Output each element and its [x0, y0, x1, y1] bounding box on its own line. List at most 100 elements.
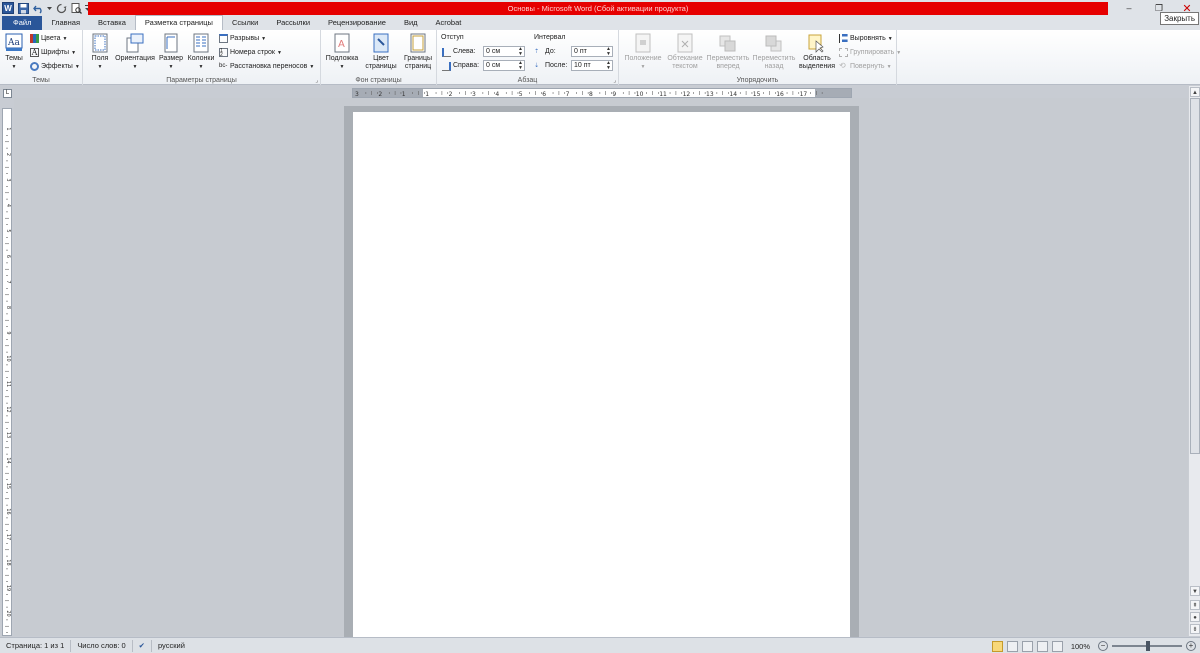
vruler-number: 9 [5, 331, 11, 334]
tab-file[interactable]: Файл [2, 16, 43, 30]
vruler-number: 8 [5, 306, 11, 309]
horizontal-ruler[interactable]: 3 2 1 1 2 3 4 5 6 7 8 9 10 11 12 13 14 15 16 17 [352, 88, 852, 98]
word-logo-icon[interactable]: W [2, 2, 14, 14]
colors-button[interactable]: Цвета ▼ [30, 34, 67, 43]
undo-icon[interactable] [32, 2, 44, 14]
zoom-slider[interactable] [1112, 641, 1182, 651]
word-window: W Основы - Microsoft Word (Сбой активаци… [0, 0, 1200, 653]
outline-view-icon[interactable] [1036, 640, 1048, 652]
selection-pane-icon [808, 33, 826, 53]
columns-icon [192, 33, 210, 53]
page-color-button[interactable]: Цвет страницы [363, 33, 399, 71]
dropdown-arrow-icon[interactable] [47, 2, 52, 14]
tab-selector[interactable]: L [3, 89, 12, 98]
zoom-in-button[interactable]: + [1186, 641, 1196, 651]
status-language[interactable]: русский [152, 640, 191, 652]
vruler-number: 2 [5, 153, 11, 156]
status-word-count[interactable]: Число слов: 0 [71, 639, 133, 652]
dialog-launcher-icon[interactable]: ⌟ [613, 77, 616, 84]
chevron-down-icon: ▼ [886, 63, 892, 70]
hyphenation-button[interactable]: bc- Расстановка переносов ▼ [219, 62, 314, 71]
align-icon [839, 34, 848, 43]
indent-right-value: 0 см [486, 62, 501, 69]
themes-label: Темы [5, 55, 23, 62]
send-backward-button[interactable]: Переместить назад [751, 33, 797, 71]
line-numbers-button[interactable]: 12 Номера строк ▼ [219, 48, 282, 58]
tab-page-layout[interactable]: Разметка страницы [134, 15, 223, 30]
chevron-down-icon: ▼ [309, 63, 315, 70]
dialog-launcher-icon[interactable]: ⌟ [315, 77, 318, 84]
chevron-down-icon: ▼ [276, 49, 282, 56]
bring-forward-button[interactable]: Переместить вперед [705, 33, 751, 71]
vruler-number: 5 [5, 229, 11, 232]
minimize-button[interactable]: – [1114, 0, 1144, 16]
tab-review[interactable]: Рецензирование [319, 16, 395, 30]
group-arrange: Положение ▼ Обтекание текстом Переместит… [619, 30, 901, 85]
spinner-arrows-icon[interactable]: ▲ ▼ [606, 47, 611, 57]
vruler-number: 6 [5, 255, 11, 258]
position-button[interactable]: Положение ▼ [621, 33, 665, 71]
breaks-button[interactable]: Разрывы ▼ [219, 34, 266, 43]
spacing-after-spinner[interactable]: 10 пт ▲ ▼ [571, 60, 613, 71]
web-layout-icon[interactable] [1021, 640, 1033, 652]
themes-icon: Aa [5, 33, 23, 53]
ruler-number: 1 [425, 91, 429, 97]
zoom-out-button[interactable]: − [1098, 641, 1108, 651]
scroll-thumb[interactable] [1190, 98, 1200, 454]
selection-pane-button[interactable]: Область выделения [797, 33, 837, 71]
spacing-before-spinner[interactable]: 0 пт ▲ ▼ [571, 46, 613, 57]
save-icon[interactable] [17, 2, 29, 14]
tab-references[interactable]: Ссылки [223, 16, 267, 30]
group-button[interactable]: Группировать ▼ [839, 48, 901, 57]
spinner-arrows-icon[interactable]: ▲ ▼ [606, 61, 611, 71]
vertical-scrollbar[interactable]: ▲ ▼ ⇞ ● ⇟ [1188, 86, 1200, 636]
watermark-button[interactable]: A Подложка ▼ [323, 33, 361, 71]
scroll-down-button[interactable]: ▼ [1190, 586, 1200, 596]
page-borders-label: Границы страниц [404, 55, 432, 70]
draft-view-icon[interactable] [1051, 640, 1063, 652]
ruler-number: 2 [378, 91, 382, 97]
indent-right-spinner[interactable]: 0 см ▲ ▼ [483, 60, 525, 71]
browse-object-button[interactable]: ● [1190, 612, 1200, 622]
indent-left-spinner[interactable]: 0 см ▲ ▼ [483, 46, 525, 57]
chevron-down-icon: ▼ [640, 64, 646, 70]
tab-insert[interactable]: Вставка [89, 16, 135, 30]
spinner-arrows-icon[interactable]: ▲ ▼ [518, 61, 523, 71]
zoom-slider-thumb[interactable] [1146, 641, 1150, 651]
wrap-text-button[interactable]: Обтекание текстом [665, 33, 705, 71]
tab-acrobat[interactable]: Acrobat [427, 16, 471, 30]
ribbon: Aa Темы ▼ Цвета ▼ A Шрифты ▼ Эффекты ▼ Темы [0, 30, 1200, 85]
fonts-button[interactable]: A Шрифты ▼ [30, 48, 76, 57]
status-page[interactable]: Страница: 1 из 1 [0, 639, 72, 652]
zoom-level[interactable]: 100% [1071, 642, 1090, 651]
tab-view[interactable]: Вид [395, 16, 427, 30]
page-color-icon [372, 33, 390, 53]
ruler-number: 8 [589, 91, 593, 97]
spinner-arrows-icon[interactable]: ▲ ▼ [518, 47, 523, 57]
columns-button[interactable]: Колонки ▼ [186, 33, 216, 71]
prev-page-button[interactable]: ⇞ [1190, 600, 1200, 610]
orientation-icon [126, 33, 144, 53]
full-screen-reading-icon[interactable] [1006, 640, 1018, 652]
chevron-down-icon: ▼ [168, 64, 174, 70]
scroll-up-button[interactable]: ▲ [1190, 87, 1200, 97]
size-button[interactable]: Размер ▼ [158, 33, 184, 71]
document-page[interactable] [353, 112, 850, 638]
page-borders-button[interactable]: Границы страниц [401, 33, 435, 71]
themes-button[interactable]: Aa Темы ▼ [3, 33, 25, 71]
chevron-down-icon: ▼ [887, 35, 893, 42]
print-layout-view-icon[interactable] [991, 640, 1003, 652]
print-preview-icon[interactable] [70, 2, 82, 14]
vertical-ruler[interactable]: 1 2 3 4 5 6 7 8 9 10 11 12 13 14 15 16 17 18 19 20 [2, 108, 12, 636]
tab-mailings[interactable]: Рассылки [267, 16, 319, 30]
orientation-button[interactable]: Ориентация ▼ [114, 33, 156, 71]
proofing-icon[interactable]: ✔ [133, 639, 152, 652]
group-icon [839, 48, 848, 57]
align-button[interactable]: Выровнять ▼ [839, 34, 893, 43]
effects-button[interactable]: Эффекты ▼ [30, 62, 80, 71]
redo-icon[interactable] [55, 2, 67, 14]
tab-home[interactable]: Главная [42, 16, 89, 30]
rotate-button[interactable]: ⟲ Повернуть ▼ [839, 62, 892, 71]
next-page-button[interactable]: ⇟ [1190, 624, 1200, 634]
margins-button[interactable]: Поля ▼ [89, 33, 111, 71]
